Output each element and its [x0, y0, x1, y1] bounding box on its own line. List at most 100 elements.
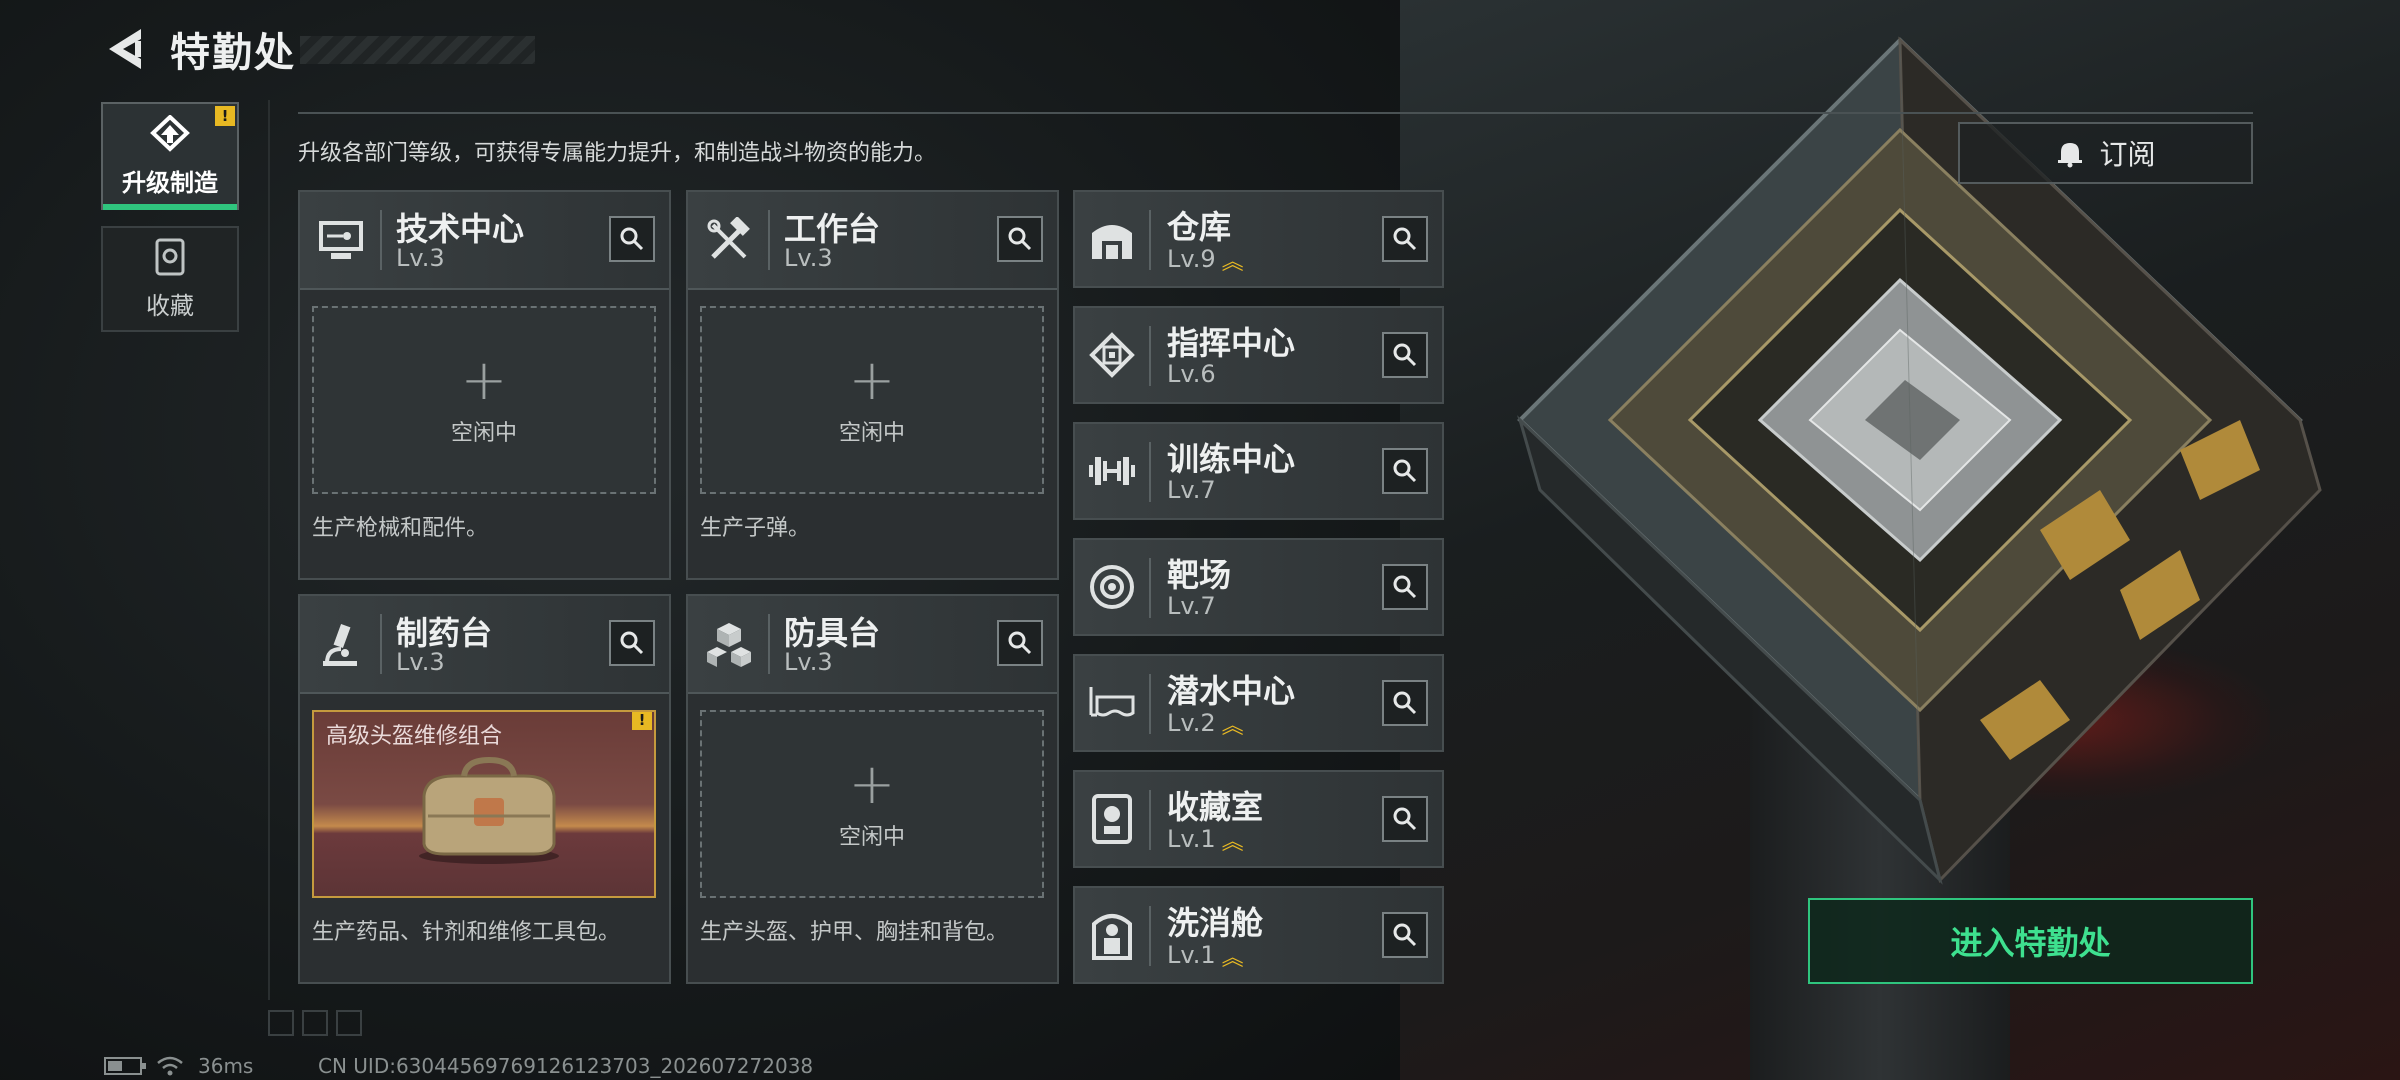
facility-name: 靶场	[1167, 556, 1232, 594]
warning-badge: !	[215, 106, 235, 126]
header-separator	[1149, 326, 1151, 386]
facility-name: 洗消舱	[1167, 904, 1264, 942]
facility-card-command-center[interactable]: 指挥中心 Lv.6	[1073, 306, 1444, 404]
card-header[interactable]: 防具台 Lv.3	[688, 596, 1057, 694]
header-separator	[1149, 442, 1151, 502]
card-header[interactable]: 技术中心 Lv.3	[300, 192, 669, 290]
header-separator	[1149, 210, 1151, 270]
upgrade-available-icon: ︽	[1221, 250, 1244, 275]
vertical-divider	[268, 100, 270, 1000]
top-divider	[298, 112, 2253, 114]
upgrade-available-icon: ︽	[1221, 830, 1244, 855]
bottom-decoration	[268, 1010, 362, 1036]
subscribe-button[interactable]: 订阅	[1958, 122, 2253, 184]
slot-state: 空闲中	[838, 825, 905, 850]
warning-badge: !	[632, 712, 652, 730]
header-separator	[1149, 790, 1151, 850]
search-icon	[1393, 691, 1417, 715]
facility-level: Lv.7	[1167, 592, 1216, 620]
search-icon	[1393, 459, 1417, 483]
production-description: 生产枪械和配件。	[312, 516, 489, 541]
hammer-wrench-icon	[702, 214, 756, 268]
enter-button-label: 进入特勤处	[1950, 924, 2111, 962]
tab-upgrade-manufacture[interactable]: 升级制造 !	[101, 102, 239, 210]
facility-level: Lv.6	[1167, 360, 1216, 388]
bell-icon	[2058, 143, 2083, 168]
back-button[interactable]	[100, 24, 150, 74]
card-header[interactable]: 制药台 Lv.3	[300, 596, 669, 694]
search-icon	[1393, 343, 1417, 367]
facility-level: Lv.7	[1167, 476, 1216, 504]
collection-icon	[155, 238, 185, 275]
building-level: Lv.3	[396, 648, 445, 676]
ping-value: 36ms	[198, 1054, 254, 1078]
search-icon	[1393, 227, 1417, 251]
header-separator	[1149, 674, 1151, 734]
production-description: 生产子弹。	[700, 516, 811, 541]
search-button[interactable]	[1382, 448, 1428, 494]
upgrade-manufacture-icon	[150, 114, 190, 152]
production-card-tech-center: 技术中心 Lv.3 + 空闲中 生产枪械和配件。	[298, 190, 671, 580]
facility-card-shooting-range[interactable]: 靶场 Lv.7	[1073, 538, 1444, 636]
production-slot-empty[interactable]: + 空闲中	[700, 710, 1044, 898]
facility-card-training-center[interactable]: 训练中心 Lv.7	[1073, 422, 1444, 520]
collection-room-icon	[1085, 792, 1139, 846]
dumbbell-icon	[1085, 444, 1139, 498]
search-button[interactable]	[1382, 680, 1428, 726]
search-button[interactable]	[609, 216, 655, 262]
facility-level-row: Lv.2 ︽	[1167, 708, 1244, 740]
warehouse-icon	[1085, 212, 1139, 266]
facility-level: Lv.1	[1167, 941, 1216, 969]
header-separator	[768, 210, 770, 270]
user-uid: CN UID:63044569769126123703_202607272038	[318, 1054, 814, 1078]
search-button[interactable]	[997, 216, 1043, 262]
production-card-workbench: 工作台 Lv.3 + 空闲中 生产子弹。	[686, 190, 1059, 580]
enter-special-ops-button[interactable]: 进入特勤处	[1808, 898, 2253, 984]
card-header[interactable]: 工作台 Lv.3	[688, 192, 1057, 290]
header-separator	[768, 614, 770, 674]
repair-kit-bag-image	[419, 756, 559, 864]
facility-level: Lv.2	[1167, 709, 1216, 737]
facility-name: 指挥中心	[1167, 324, 1296, 362]
facility-level: Lv.9	[1167, 245, 1216, 273]
search-button[interactable]	[1382, 796, 1428, 842]
facility-card-diving-center[interactable]: 潜水中心 Lv.2 ︽	[1073, 654, 1444, 752]
production-card-pharmacy: 制药台 Lv.3 高级头盔维修组合 ! 生产药品、针剂和维修工具包。	[298, 594, 671, 984]
decontamination-pod-icon	[1085, 908, 1139, 962]
search-button[interactable]	[1382, 216, 1428, 262]
tab-collection[interactable]: 收藏	[101, 226, 239, 332]
search-icon	[620, 631, 644, 655]
production-slot-empty[interactable]: + 空闲中	[700, 306, 1044, 494]
facility-level-row: Lv.1 ︽	[1167, 940, 1244, 972]
facility-name: 训练中心	[1167, 440, 1296, 478]
diving-mask-icon	[1085, 676, 1139, 730]
search-button[interactable]	[997, 620, 1043, 666]
production-slot-in-progress[interactable]: 高级头盔维修组合 !	[312, 710, 656, 898]
search-button[interactable]	[1382, 912, 1428, 958]
facility-card-warehouse[interactable]: 仓库 Lv.9 ︽	[1073, 190, 1444, 288]
facility-level-row: Lv.9 ︽	[1167, 244, 1244, 276]
back-arrow-icon	[109, 29, 141, 69]
wifi-icon	[157, 1056, 183, 1076]
tab-upgrade-label: 升级制造	[122, 168, 218, 197]
search-icon	[1393, 575, 1417, 599]
search-icon	[1393, 923, 1417, 947]
header-separator	[380, 210, 382, 270]
facility-level-row: Lv.1 ︽	[1167, 824, 1244, 856]
search-icon	[1008, 227, 1032, 251]
header-separator	[380, 614, 382, 674]
plus-icon: +	[848, 348, 896, 413]
search-button[interactable]	[609, 620, 655, 666]
facility-name: 仓库	[1167, 208, 1232, 246]
production-description: 生产头盔、护甲、胸挂和背包。	[700, 920, 1009, 945]
facility-card-decontamination[interactable]: 洗消舱 Lv.1 ︽	[1073, 886, 1444, 984]
production-slot-empty[interactable]: + 空闲中	[312, 306, 656, 494]
search-icon	[620, 227, 644, 251]
armor-boxes-icon	[702, 618, 756, 672]
facility-card-collection-room[interactable]: 收藏室 Lv.1 ︽	[1073, 770, 1444, 868]
page-subtitle: 升级各部门等级，可获得专属能力提升，和制造战斗物资的能力。	[298, 141, 937, 166]
header-separator	[1149, 558, 1151, 618]
search-button[interactable]	[1382, 564, 1428, 610]
page-title: 特勤处	[170, 30, 296, 76]
search-button[interactable]	[1382, 332, 1428, 378]
